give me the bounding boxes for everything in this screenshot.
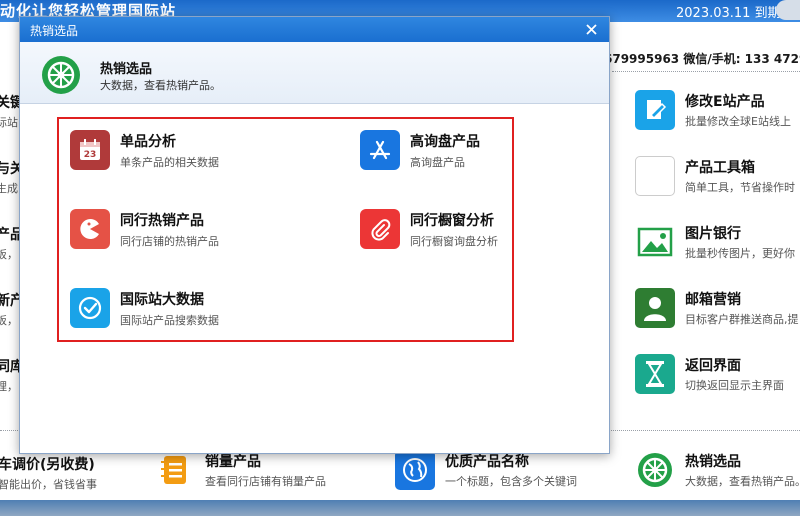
dialog-title: 热销选品 [30,24,79,38]
expiry-date: 2023.03.11 到期 [676,6,781,21]
tool-title: 产品工具箱 [685,160,755,176]
contact-info: 679995963 微信/手机: 133 4729 [604,52,800,66]
avatar[interactable] [776,0,800,20]
tool-title: 优质产品名称 [445,454,529,470]
tool-desc: 目标客户群推送商品,提 [685,313,799,326]
dialog-title-bar[interactable]: 热销选品 [20,17,609,42]
pacman-icon [70,209,110,249]
edit-document-icon [635,90,675,130]
globe-icon [395,450,435,490]
header-desc: 大数据，查看热销产品。 [100,79,221,92]
tool-desc: 批量秒传图片，更好你 [685,247,795,260]
header-title: 热销选品 [100,62,153,77]
svg-text:23: 23 [84,150,97,160]
intl-site-big-data[interactable]: 国际站大数据 国际站产品搜索数据 [70,288,219,328]
wheel-icon [40,54,82,100]
tool-title: 图片银行 [685,226,741,242]
tool-title: 车调价(另收费) [0,457,95,473]
tool-desc: 一个标题，包含多个关键词 [445,475,577,488]
calendar-icon: 23 [70,130,110,170]
item-title: 国际站大数据 [120,291,204,308]
check-badge-icon [70,288,110,328]
app-store-icon [360,130,400,170]
tool-desc: 大数据，查看热销产品。 [685,475,800,488]
tool-title: 邮箱营销 [685,292,741,308]
product-toolbox-tool[interactable]: 产品工具箱 简单工具，节省操作时 [635,156,795,196]
item-desc: 国际站产品搜索数据 [120,313,219,327]
item-desc: 同行橱窗询盘分析 [410,234,498,248]
paperclip-icon [360,209,400,249]
toolbox-icon [635,156,675,196]
hot-selection-dialog: 热销选品 热销选品 大数据，查看热销产品。 23 单品分析 单条产品的相关数据 … [19,16,610,454]
tool-desc: 查看同行店铺有销量产品 [205,475,326,488]
tool-title: 热销选品 [685,454,741,470]
return-view-tool[interactable]: 返回界面 切换返回显示主界面 [635,354,784,394]
tool-title: 修改E站产品 [685,94,765,110]
tool-desc: 智能出价，省钱省事 [0,478,97,491]
sales-products-tool[interactable]: 销量产品 查看同行店铺有销量产品 [155,450,326,490]
product-name-tool[interactable]: 优质产品名称 一个标题，包含多个关键词 [395,450,577,490]
notebook-icon [155,450,195,490]
wheel-icon [635,450,675,490]
item-title: 高询盘产品 [410,133,480,150]
close-button[interactable] [581,19,601,39]
divider [612,71,800,72]
peer-hot-products[interactable]: 同行热销产品 同行店铺的热销产品 [70,209,219,249]
bidding-tool[interactable]: 车调价(另收费) 智能出价，省钱省事 [0,454,97,492]
email-marketing-tool[interactable]: 邮箱营销 目标客户群推送商品,提 [635,288,799,328]
bottom-bar [0,500,800,516]
close-icon [585,23,597,35]
item-title: 同行橱窗分析 [410,212,494,229]
tool-desc: 批量修改全球E站线上 [685,115,791,128]
edit-product-tool[interactable]: 修改E站产品 批量修改全球E站线上 [635,90,791,130]
dialog-header: 热销选品 大数据，查看热销产品。 [20,42,609,104]
peer-showcase-analysis[interactable]: 同行橱窗分析 同行橱窗询盘分析 [360,209,498,249]
user-icon [635,288,675,328]
item-title: 同行热销产品 [120,212,204,229]
item-desc: 同行店铺的热销产品 [120,234,219,248]
tool-desc: 切换返回显示主界面 [685,379,784,392]
hot-selection-tool[interactable]: 热销选品 大数据，查看热销产品。 [635,450,800,490]
single-product-analysis[interactable]: 23 单品分析 单条产品的相关数据 [70,130,219,170]
image-bank-tool[interactable]: 图片银行 批量秒传图片，更好你 [635,222,795,262]
item-desc: 单条产品的相关数据 [120,155,219,169]
image-gallery-icon [635,222,675,262]
item-desc: 高询盘产品 [410,155,465,169]
tool-title: 返回界面 [685,358,741,374]
hourglass-icon [635,354,675,394]
tool-title: 销量产品 [205,454,261,470]
item-title: 单品分析 [120,133,176,150]
tool-desc: 简单工具，节省操作时 [685,181,795,194]
high-inquiry-products[interactable]: 高询盘产品 高询盘产品 [360,130,480,170]
